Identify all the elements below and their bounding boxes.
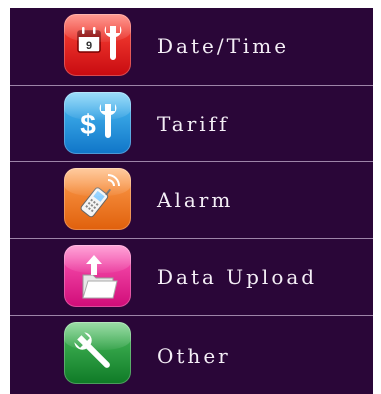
- menu-item-alarm[interactable]: Alarm: [10, 161, 373, 237]
- menu-item-label: Other: [157, 344, 231, 368]
- menu-item-other[interactable]: Other: [10, 315, 373, 394]
- settings-menu: 9 Date/Time $ Tariff Alarm Data Upload O…: [10, 8, 373, 394]
- menu-item-date-time[interactable]: 9 Date/Time: [10, 8, 373, 85]
- menu-item-data-upload[interactable]: Data Upload: [10, 238, 373, 314]
- folder-upload-icon: [64, 245, 131, 307]
- dollar-wrench-icon: $: [64, 92, 131, 154]
- calendar-wrench-icon: 9: [64, 14, 131, 76]
- menu-item-label: Date/Time: [157, 34, 290, 58]
- menu-item-tariff[interactable]: $ Tariff: [10, 85, 373, 161]
- menu-item-label: Alarm: [157, 188, 234, 212]
- svg-text:9: 9: [86, 40, 92, 52]
- wrench-icon: [64, 322, 131, 384]
- svg-text:$: $: [80, 109, 96, 140]
- phone-signal-icon: [64, 168, 131, 230]
- menu-item-label: Data Upload: [157, 265, 318, 289]
- menu-item-label: Tariff: [157, 112, 230, 136]
